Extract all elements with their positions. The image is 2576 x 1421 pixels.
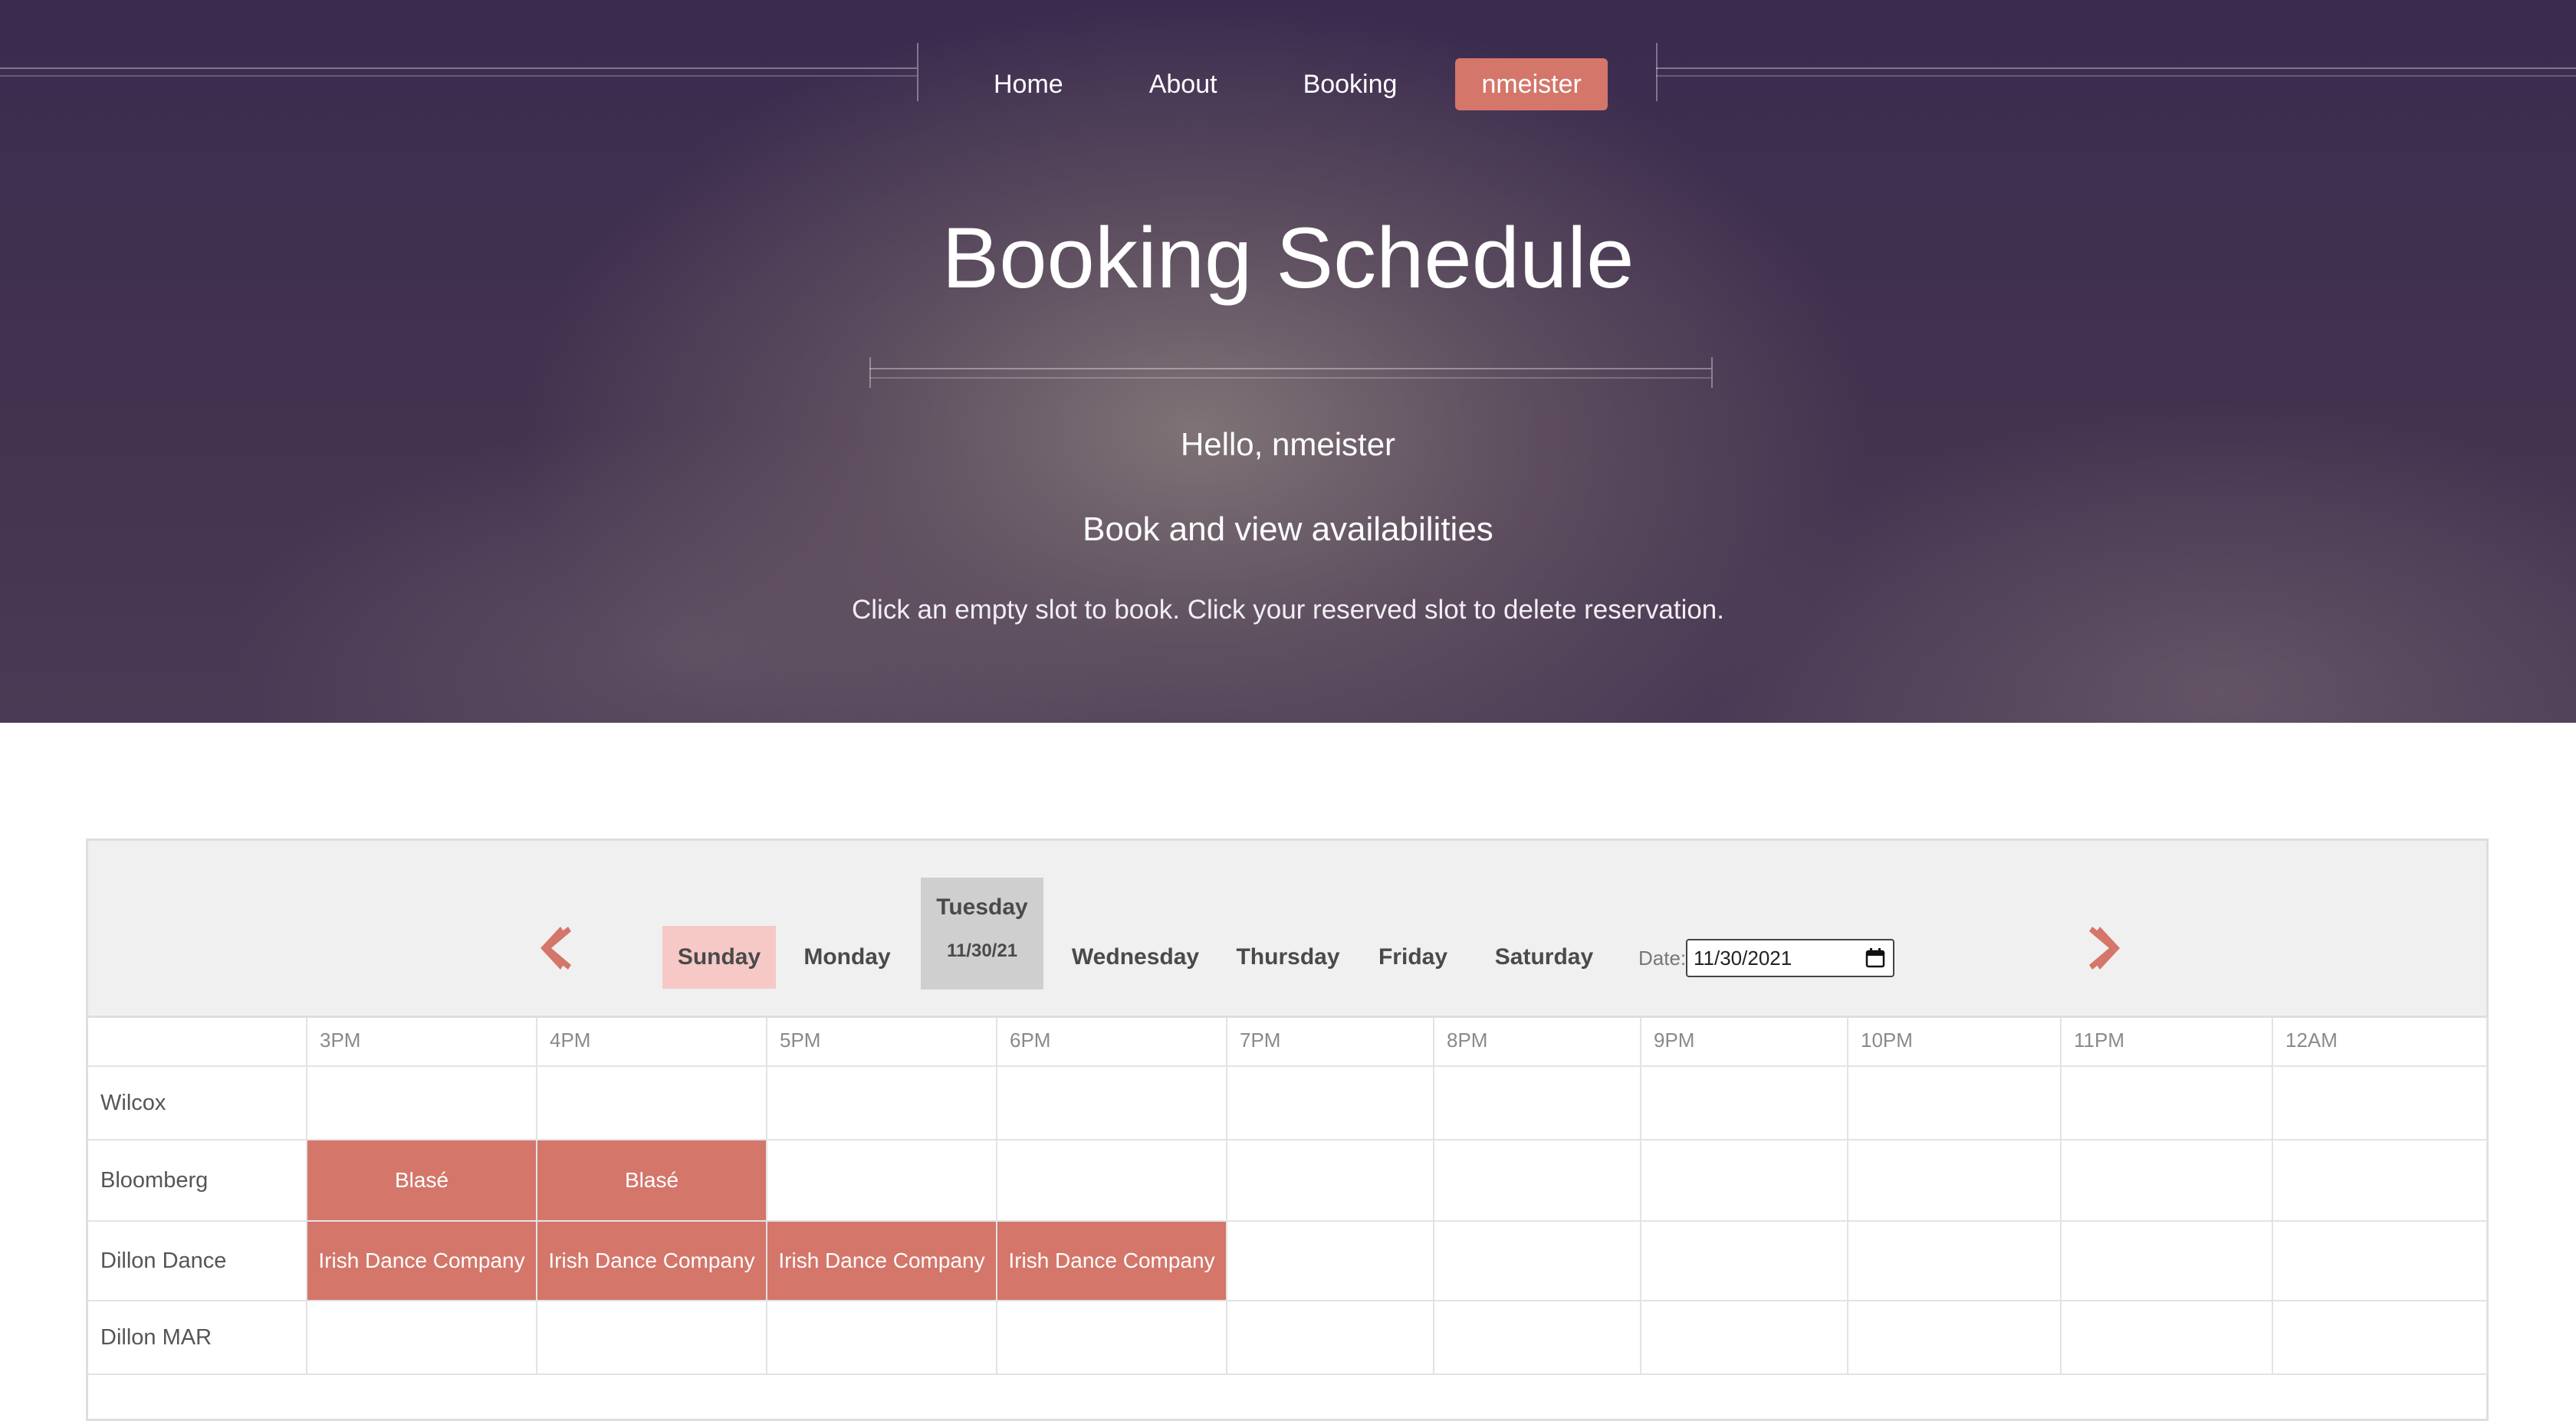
nav-about-link[interactable]: About — [1106, 57, 1260, 112]
empty-slot[interactable] — [1641, 1301, 1848, 1375]
schedule-panel: Sunday Monday Tuesday 11/30/21 Wednesday… — [86, 838, 2489, 1421]
time-header-10pm: 10PM — [1848, 1018, 2062, 1067]
reserved-slot[interactable]: Blasé — [307, 1140, 537, 1222]
nav-line-left-cap — [917, 43, 918, 101]
main-nav: Home About Booking nmeister — [951, 57, 1608, 112]
title-divider-left-cap — [869, 357, 871, 388]
time-header-9pm: 9PM — [1641, 1018, 1848, 1067]
day-tab-tuesday-label: Tuesday — [936, 894, 1028, 920]
empty-slot[interactable] — [307, 1301, 537, 1375]
reserved-slot[interactable]: Irish Dance Company — [997, 1222, 1227, 1301]
empty-slot[interactable] — [997, 1140, 1227, 1222]
nav-booking-link[interactable]: Booking — [1260, 57, 1441, 112]
empty-slot[interactable] — [767, 1140, 997, 1222]
title-divider-right-cap — [1711, 357, 1713, 388]
day-tab-monday[interactable]: Monday — [794, 926, 901, 989]
empty-slot[interactable] — [1227, 1222, 1434, 1301]
page-title: Booking Schedule — [941, 210, 1635, 306]
empty-slot[interactable] — [1641, 1067, 1848, 1140]
instructions-text: Click an empty slot to book. Click your … — [852, 595, 1724, 625]
day-tab-tuesday[interactable]: Tuesday 11/30/21 — [921, 878, 1043, 989]
nav-line-right-cap — [1656, 43, 1658, 101]
chevron-right-icon — [2089, 927, 2120, 970]
date-label: Date: — [1638, 947, 1687, 970]
day-selector-bar: Sunday Monday Tuesday 11/30/21 Wednesday… — [88, 841, 2486, 1018]
empty-slot[interactable] — [1227, 1140, 1434, 1222]
empty-slot[interactable] — [997, 1067, 1227, 1140]
day-tab-friday[interactable]: Friday — [1375, 926, 1451, 989]
reserved-slot[interactable]: Blasé — [537, 1140, 767, 1222]
title-divider-top — [869, 368, 1711, 369]
empty-slot[interactable] — [997, 1301, 1227, 1375]
room-label: Wilcox — [88, 1067, 307, 1140]
empty-slot[interactable] — [2273, 1140, 2488, 1222]
day-tab-thursday[interactable]: Thursday — [1230, 926, 1346, 989]
empty-slot[interactable] — [2273, 1222, 2488, 1301]
next-week-button[interactable] — [2089, 927, 2120, 970]
day-tab-sunday[interactable]: Sunday — [662, 926, 776, 989]
nav-user-button[interactable]: nmeister — [1455, 58, 1608, 110]
empty-slot[interactable] — [2273, 1067, 2488, 1140]
time-header-11pm: 11PM — [2062, 1018, 2273, 1067]
empty-slot[interactable] — [1434, 1222, 1641, 1301]
nav-line-right-bottom — [1656, 75, 2576, 77]
empty-slot[interactable] — [1641, 1140, 1848, 1222]
empty-slot[interactable] — [1641, 1222, 1848, 1301]
chevron-left-icon — [540, 927, 571, 970]
empty-slot[interactable] — [1848, 1140, 2062, 1222]
day-tab-saturday[interactable]: Saturday — [1491, 926, 1597, 989]
time-header-8pm: 8PM — [1434, 1018, 1641, 1067]
subtitle-text: Book and view availabilities — [1083, 510, 1493, 548]
empty-slot[interactable] — [2062, 1140, 2273, 1222]
empty-slot[interactable] — [2273, 1301, 2488, 1375]
empty-slot[interactable] — [1434, 1067, 1641, 1140]
time-header-4pm: 4PM — [537, 1018, 767, 1067]
empty-slot[interactable] — [1434, 1301, 1641, 1375]
empty-slot[interactable] — [1227, 1301, 1434, 1375]
calendar-icon[interactable] — [1865, 948, 1885, 968]
empty-slot[interactable] — [1848, 1222, 2062, 1301]
empty-slot[interactable] — [2062, 1301, 2273, 1375]
empty-slot[interactable] — [2062, 1222, 2273, 1301]
nav-home-link[interactable]: Home — [951, 57, 1106, 112]
reserved-slot[interactable]: Irish Dance Company — [537, 1222, 767, 1301]
nav-line-left-bottom — [0, 75, 917, 77]
empty-slot[interactable] — [307, 1067, 537, 1140]
day-tab-tuesday-date: 11/30/21 — [946, 940, 1018, 961]
empty-slot[interactable] — [767, 1301, 997, 1375]
day-tab-wednesday[interactable]: Wednesday — [1066, 926, 1204, 989]
empty-slot[interactable] — [537, 1067, 767, 1140]
time-header-12am: 12AM — [2273, 1018, 2488, 1067]
room-label: Dillon MAR — [88, 1301, 307, 1375]
greeting-text: Hello, nmeister — [1180, 426, 1396, 462]
empty-slot[interactable] — [1227, 1067, 1434, 1140]
time-header-5pm: 5PM — [767, 1018, 997, 1067]
date-picker-value: 11/30/2021 — [1694, 947, 1792, 970]
time-header-6pm: 6PM — [997, 1018, 1227, 1067]
time-header-7pm: 7PM — [1227, 1018, 1434, 1067]
hero-banner: Home About Booking nmeister Booking Sche… — [0, 0, 2576, 723]
room-label: Dillon Dance — [88, 1222, 307, 1301]
empty-slot[interactable] — [1848, 1301, 2062, 1375]
empty-slot[interactable] — [1434, 1140, 1641, 1222]
grid-corner-cell — [88, 1018, 307, 1067]
empty-slot[interactable] — [537, 1301, 767, 1375]
reserved-slot[interactable]: Irish Dance Company — [767, 1222, 997, 1301]
empty-slot[interactable] — [1848, 1067, 2062, 1140]
room-label: Bloomberg — [88, 1140, 307, 1222]
empty-slot[interactable] — [767, 1067, 997, 1140]
nav-line-right-top — [1656, 67, 2576, 69]
empty-slot[interactable] — [2062, 1067, 2273, 1140]
nav-line-left-top — [0, 67, 917, 69]
date-picker-input[interactable]: 11/30/2021 — [1686, 939, 1894, 977]
prev-week-button[interactable] — [540, 927, 571, 970]
reserved-slot[interactable]: Irish Dance Company — [307, 1222, 537, 1301]
title-divider-bottom — [869, 377, 1711, 379]
time-header-3pm: 3PM — [307, 1018, 537, 1067]
